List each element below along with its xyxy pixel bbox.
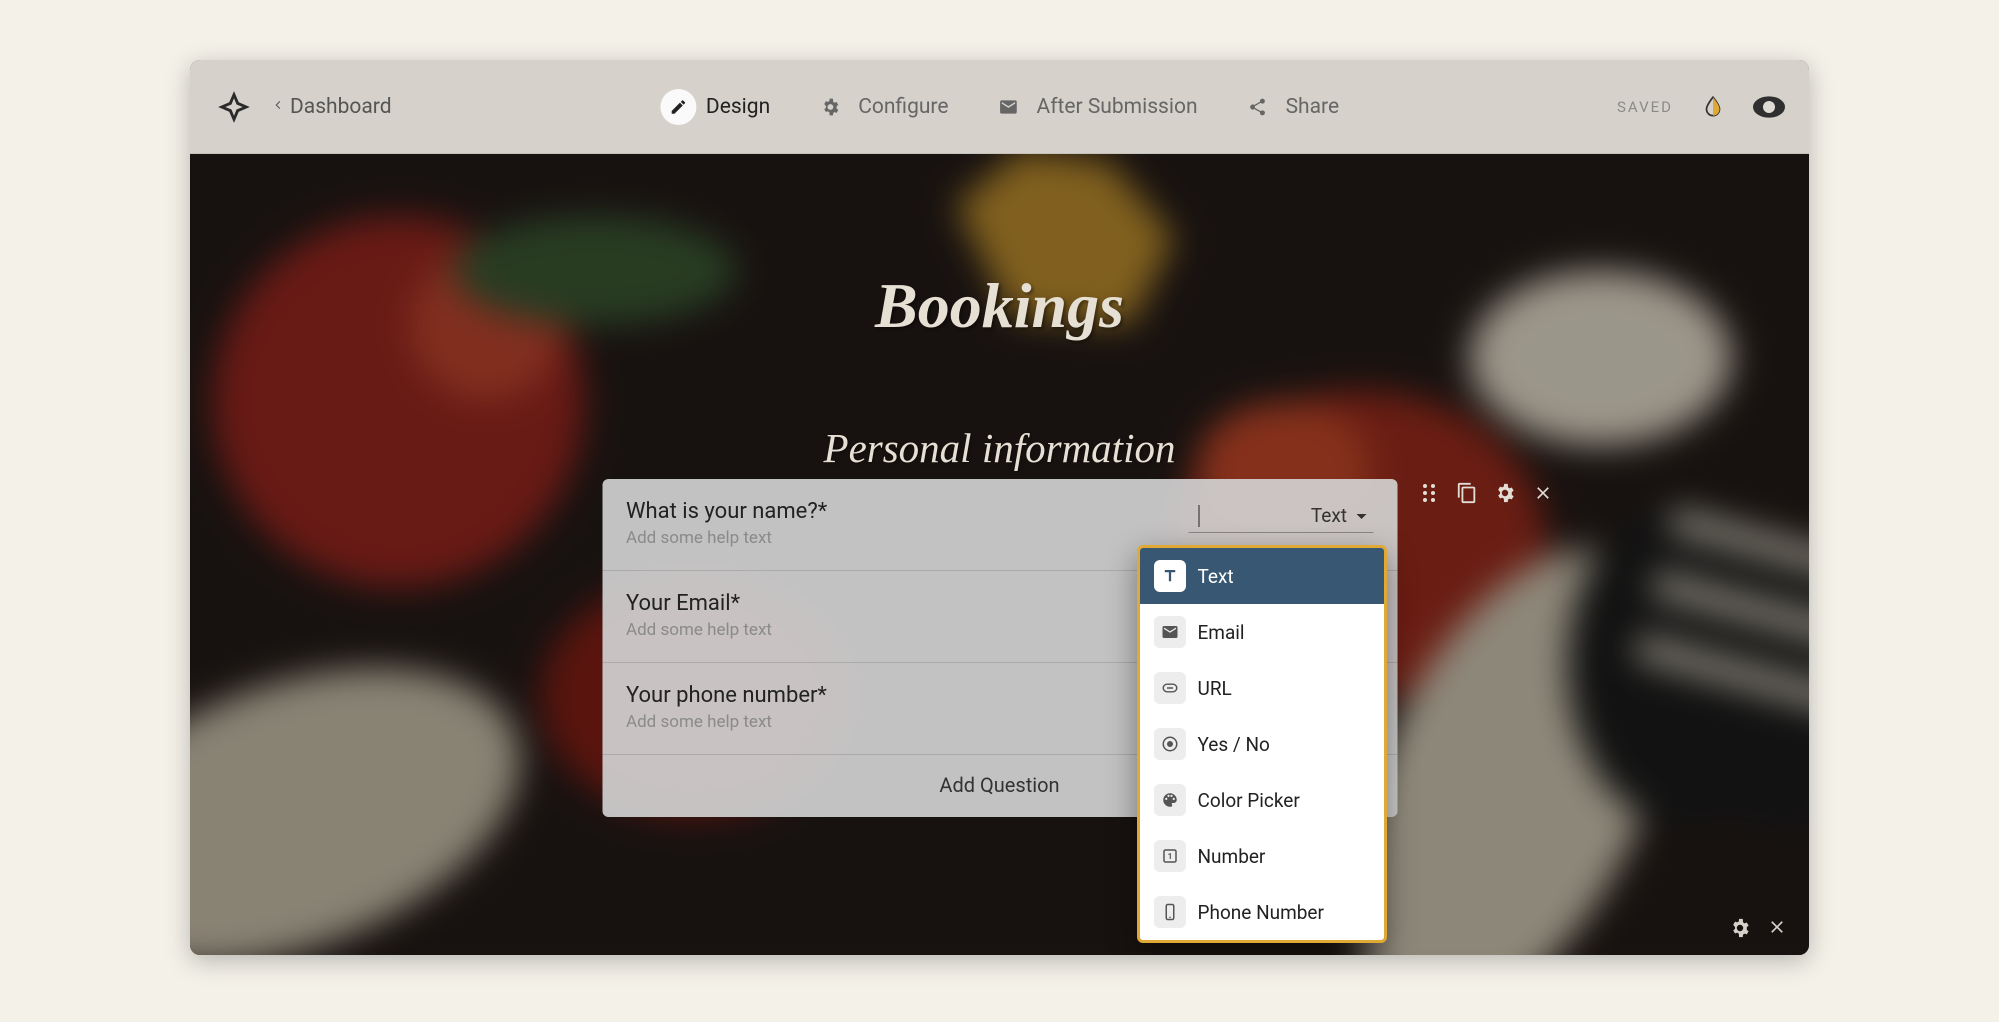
option-yesno[interactable]: Yes / No: [1140, 716, 1384, 772]
mail-icon: [1154, 616, 1186, 648]
text-cursor: [1198, 505, 1199, 527]
option-url[interactable]: URL: [1140, 660, 1384, 716]
section-title: Personal information: [824, 424, 1176, 472]
close-icon: [1767, 917, 1787, 937]
close-icon: [1533, 483, 1553, 503]
caret-down-icon: [1355, 506, 1367, 525]
tab-after-submission-label: After Submission: [1037, 95, 1198, 119]
settings-button[interactable]: [1493, 481, 1517, 505]
option-label: Phone Number: [1198, 901, 1324, 924]
page-close-button[interactable]: [1767, 917, 1787, 943]
option-label: Number: [1198, 845, 1266, 868]
theme-button[interactable]: [1697, 91, 1729, 123]
tab-design-label: Design: [706, 95, 770, 119]
gear-icon: [812, 89, 848, 125]
gear-icon: [1494, 482, 1516, 504]
editor-canvas: Bookings Personal information What is yo…: [190, 154, 1809, 955]
link-icon: [1154, 672, 1186, 704]
palette-icon: [1154, 784, 1186, 816]
phone-icon: [1154, 896, 1186, 928]
form-title: Bookings: [875, 269, 1124, 343]
app-window: Dashboard Design Configure: [190, 60, 1809, 955]
droplet-icon: [1700, 94, 1726, 120]
editor-tabs: Design Configure After Submission: [660, 89, 1339, 125]
number-icon: 1: [1154, 840, 1186, 872]
delete-button[interactable]: [1531, 481, 1555, 505]
question-type-select[interactable]: Text: [1188, 499, 1373, 533]
chevron-left-icon: [272, 97, 284, 116]
question-help-placeholder[interactable]: Add some help text: [626, 528, 1168, 548]
option-email[interactable]: Email: [1140, 604, 1384, 660]
preview-button[interactable]: [1753, 91, 1785, 123]
page-scrollbar[interactable]: [1989, 2, 1996, 1020]
topbar-right: SAVED: [1617, 91, 1785, 123]
copy-icon: [1456, 482, 1478, 504]
eye-icon: [1753, 95, 1785, 119]
pencil-icon: [660, 89, 696, 125]
tab-design[interactable]: Design: [660, 89, 770, 125]
tab-share[interactable]: Share: [1240, 89, 1340, 125]
option-phone[interactable]: Phone Number: [1140, 884, 1384, 940]
question-label: What is your name?*: [626, 499, 1168, 524]
page-actions: [1729, 917, 1787, 943]
option-label: Text: [1198, 565, 1234, 588]
option-label: Color Picker: [1198, 789, 1300, 812]
mail-icon: [991, 89, 1027, 125]
drag-handle[interactable]: [1417, 481, 1441, 505]
option-label: Email: [1198, 621, 1245, 644]
gear-icon: [1729, 917, 1751, 939]
option-label: URL: [1198, 677, 1232, 700]
question-type-selected: Text: [1311, 504, 1347, 527]
question-type-dropdown: Text Email URL: [1137, 545, 1387, 943]
option-colorpicker[interactable]: Color Picker: [1140, 772, 1384, 828]
top-toolbar: Dashboard Design Configure: [190, 60, 1809, 154]
question-actions: [1417, 481, 1555, 505]
svg-text:1: 1: [1167, 852, 1172, 862]
saved-status: SAVED: [1617, 98, 1673, 116]
option-number[interactable]: 1 Number: [1140, 828, 1384, 884]
option-text[interactable]: Text: [1140, 548, 1384, 604]
tab-configure[interactable]: Configure: [812, 89, 948, 125]
share-icon: [1240, 89, 1276, 125]
tab-configure-label: Configure: [858, 95, 948, 119]
tab-share-label: Share: [1286, 95, 1340, 119]
toggle-icon: [1154, 728, 1186, 760]
drag-handle-icon: [1421, 482, 1437, 504]
text-format-icon: [1154, 560, 1186, 592]
back-label: Dashboard: [290, 95, 392, 119]
app-logo-icon: [214, 87, 254, 127]
back-to-dashboard[interactable]: Dashboard: [272, 95, 392, 119]
tab-after-submission[interactable]: After Submission: [991, 89, 1198, 125]
duplicate-button[interactable]: [1455, 481, 1479, 505]
page-settings-button[interactable]: [1729, 917, 1751, 943]
option-label: Yes / No: [1198, 733, 1270, 756]
